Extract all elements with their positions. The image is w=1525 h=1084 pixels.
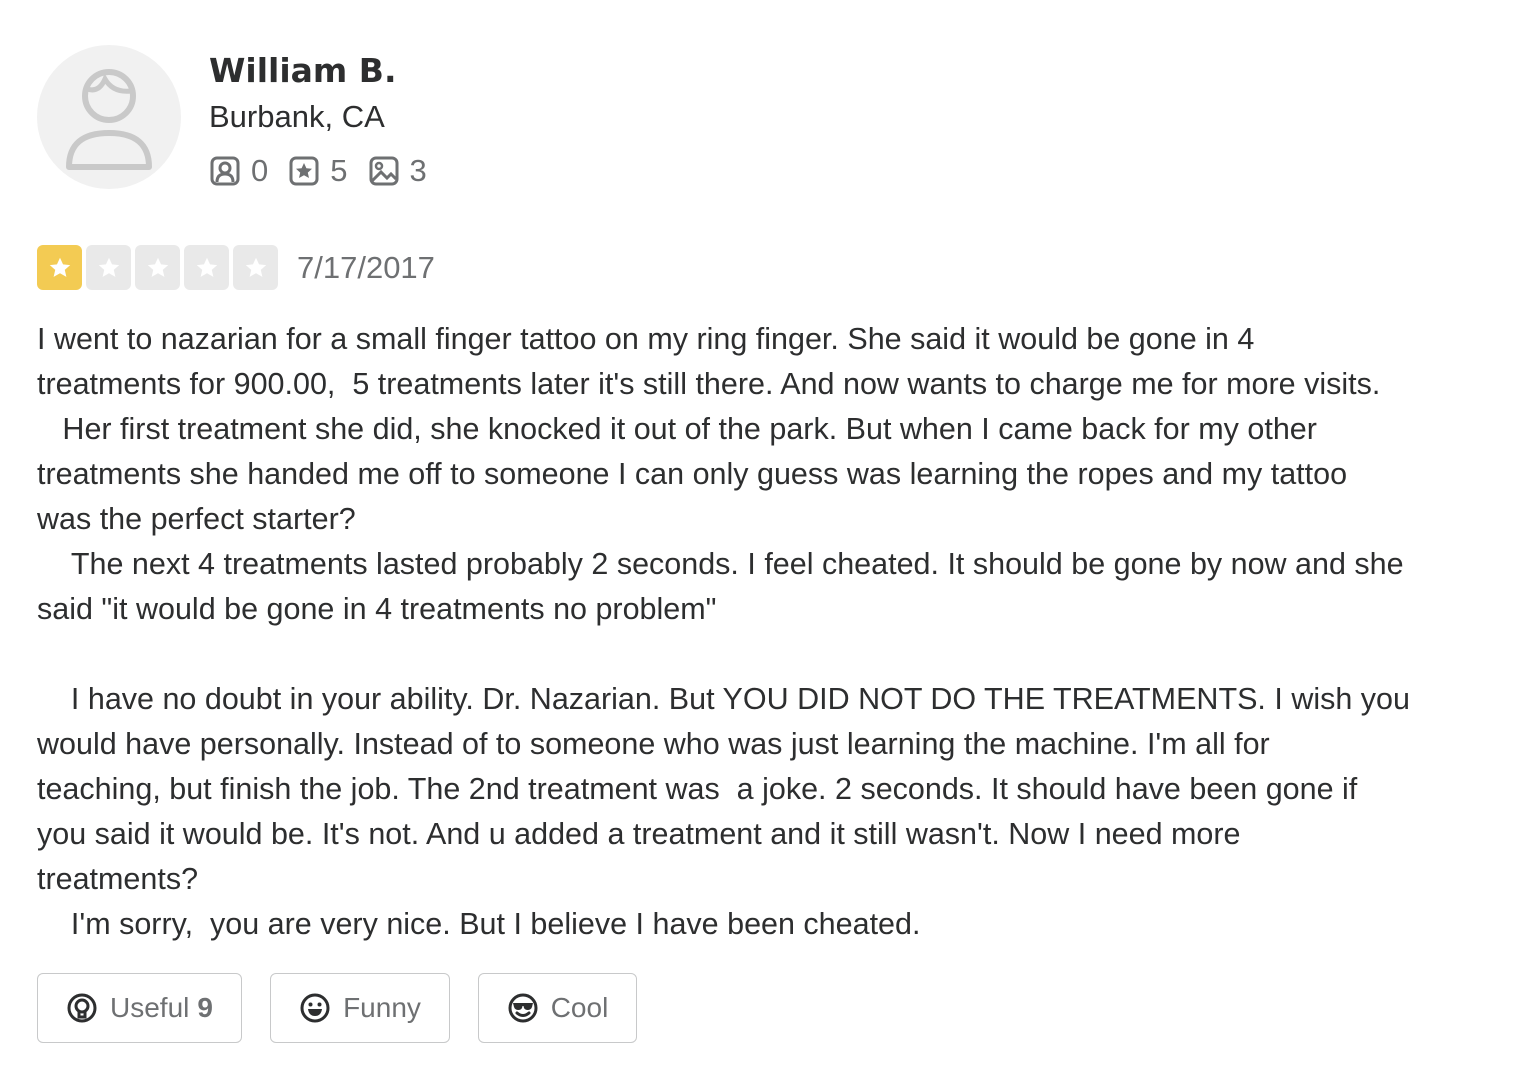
avatar[interactable] xyxy=(37,45,181,189)
smile-icon xyxy=(300,993,330,1023)
star-icon xyxy=(135,245,180,290)
user-passport: William B. Burbank, CA 0 5 3 xyxy=(37,45,1515,191)
useful-count: 9 xyxy=(197,992,213,1023)
user-location: Burbank, CA xyxy=(209,99,385,134)
user-info: William B. Burbank, CA 0 5 3 xyxy=(209,45,447,191)
photos-count: 3 xyxy=(409,153,427,188)
photo-icon xyxy=(369,156,398,186)
reviews-stat: 5 xyxy=(288,153,348,188)
lightbulb-icon xyxy=(67,993,97,1023)
funny-label: Funny xyxy=(343,992,421,1023)
review-text: I went to nazarian for a small finger ta… xyxy=(37,322,1410,941)
photos-stat: 3 xyxy=(368,155,427,187)
funny-button[interactable]: Funny xyxy=(270,973,450,1043)
useful-label: Useful xyxy=(110,992,190,1023)
star-icon xyxy=(184,245,229,290)
user-stats: 0 5 3 xyxy=(209,151,447,191)
friends-count: 0 xyxy=(251,153,269,188)
sunglasses-icon xyxy=(508,993,538,1023)
friends-icon xyxy=(210,156,240,186)
default-user-icon xyxy=(66,69,152,170)
review-star-icon xyxy=(289,156,319,186)
reviews-count: 5 xyxy=(330,153,348,188)
rating-row: 7/17/2017 xyxy=(37,245,1515,290)
review-card: William B. Burbank, CA 0 5 3 7/17/2017 I… xyxy=(37,45,1515,1043)
review-date: 7/17/2017 xyxy=(297,249,435,285)
star-rating xyxy=(37,245,282,290)
friends-stat: 0 xyxy=(209,155,268,187)
useful-button[interactable]: Useful 9 xyxy=(37,973,242,1043)
star-icon xyxy=(37,245,82,290)
star-icon xyxy=(233,245,278,290)
user-name[interactable]: William B. xyxy=(209,49,447,93)
cool-label: Cool xyxy=(550,992,609,1023)
review-actions: Useful 9 Funny Cool xyxy=(37,973,1515,1043)
star-icon xyxy=(86,245,131,290)
cool-button[interactable]: Cool xyxy=(478,973,637,1043)
